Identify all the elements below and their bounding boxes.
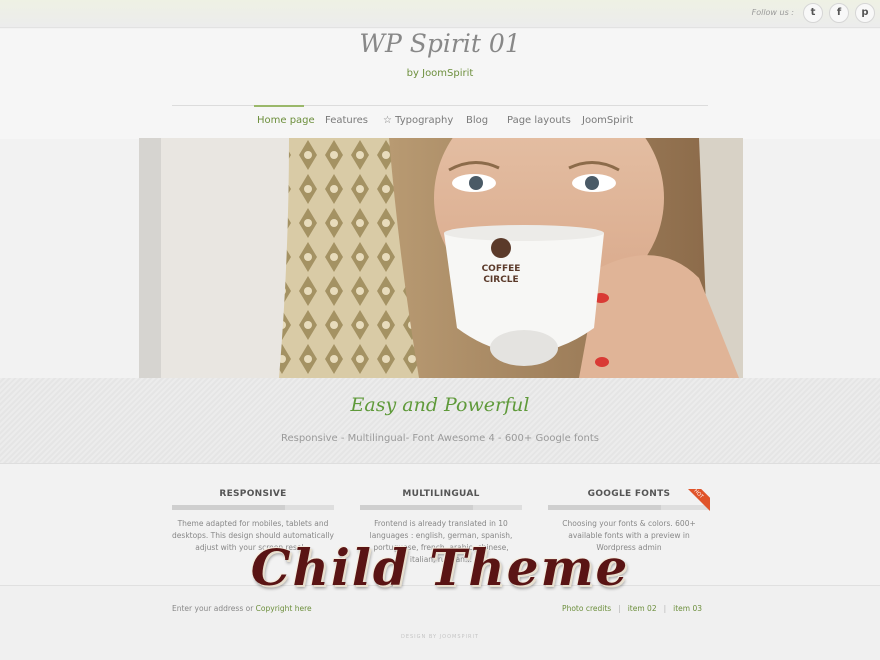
feature-title: MULTILINGUAL: [402, 489, 480, 499]
site-byline: by JoomSpirit: [406, 68, 474, 79]
hero-photo: COFFEE CIRCLE: [139, 138, 743, 378]
tagline-band: Easy and Powerful Responsive - Multiling…: [0, 378, 880, 464]
cup-brand-text-2: CIRCLE: [483, 275, 518, 285]
tagline: Easy and Powerful: [350, 394, 530, 416]
pinterest-icon[interactable]: p: [855, 3, 875, 23]
feature-divider: [172, 505, 334, 510]
facebook-icon[interactable]: f: [829, 3, 849, 23]
feature-divider: [548, 505, 710, 510]
footer-link-item-03[interactable]: item 03: [673, 604, 702, 613]
nav-features[interactable]: Features: [325, 115, 368, 126]
feature-title: GOOGLE FONTS: [587, 489, 671, 499]
follow-us-label: Follow us :: [751, 8, 794, 17]
copyright-link[interactable]: Copyright here: [256, 604, 312, 613]
nav-joomspirit[interactable]: JoomSpirit: [582, 115, 633, 126]
footer-link-item-02[interactable]: item 02: [628, 604, 657, 613]
nav-typography[interactable]: ☆ Typography: [383, 115, 453, 126]
main-nav: Home page Features ☆ Typography Blog Pag…: [0, 115, 880, 135]
twitter-icon[interactable]: t: [803, 3, 823, 23]
site-header: WP Spirit 01 by JoomSpirit Home page Fea…: [0, 29, 880, 139]
top-bar: Follow us : t f p: [0, 0, 880, 28]
nav-blog[interactable]: Blog: [466, 115, 488, 126]
nav-divider: [172, 105, 708, 106]
nav-active-indicator: [254, 105, 304, 107]
footer-copyright: Enter your address or Copyright here: [172, 604, 312, 613]
feature-divider: [360, 505, 522, 510]
child-theme-overlay: Child Theme: [250, 538, 630, 597]
nav-home-page[interactable]: Home page: [257, 115, 315, 126]
feature-title: RESPONSIVE: [219, 489, 287, 499]
footer-links: Photo credits | item 02 | item 03: [562, 604, 702, 613]
cup-brand-text-1: COFFEE: [482, 264, 521, 274]
footer-link-photo-credits[interactable]: Photo credits: [562, 604, 611, 613]
footer-separator: |: [663, 604, 667, 613]
site-logo[interactable]: WP Spirit 01: [0, 29, 880, 58]
design-credit[interactable]: DESIGN BY JOOMSPIRIT: [0, 634, 880, 640]
sub-tagline: Responsive - Multilingual- Font Awesome …: [280, 433, 600, 444]
hero-image: COFFEE CIRCLE: [139, 138, 743, 378]
nav-page-layouts[interactable]: Page layouts: [507, 115, 571, 126]
footer-copyright-prefix: Enter your address or: [172, 604, 256, 613]
footer-separator: |: [618, 604, 621, 613]
